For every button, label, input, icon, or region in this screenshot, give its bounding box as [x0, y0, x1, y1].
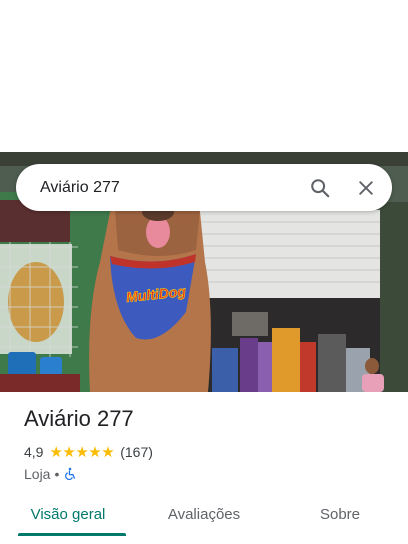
search-bar[interactable]: Aviário 277 — [16, 164, 392, 211]
rating-value: 4,9 — [24, 444, 44, 460]
place-tabs: Visão geral Avaliações Sobre — [0, 492, 408, 544]
review-count[interactable]: (167) — [120, 444, 153, 460]
tab-reviews[interactable]: Avaliações — [136, 492, 272, 544]
clear-search-button[interactable] — [346, 168, 386, 208]
close-icon — [359, 180, 373, 195]
tab-about[interactable]: Sobre — [272, 492, 408, 544]
search-button[interactable] — [300, 168, 340, 208]
tab-about-label: Sobre — [319, 506, 361, 523]
tab-overview[interactable]: Visão geral — [0, 492, 136, 544]
category-row: Loja • — [24, 466, 394, 482]
search-input[interactable]: Aviário 277 — [40, 179, 300, 197]
place-title: Aviário 277 — [24, 406, 134, 431]
place-category: Loja — [24, 466, 51, 482]
tab-reviews-label: Avaliações — [167, 506, 241, 523]
search-icon — [311, 178, 330, 197]
separator-dot: • — [54, 466, 60, 482]
tab-overview-label: Visão geral — [30, 506, 106, 523]
star-rating: ★★★★★ — [49, 444, 115, 461]
rating-row[interactable]: 4,9 ★★★★★ (167) — [24, 443, 394, 461]
place-info: Aviário 277 4,9 ★★★★★ (167) Loja • — [24, 405, 394, 482]
wheelchair-icon[interactable] — [63, 467, 77, 481]
